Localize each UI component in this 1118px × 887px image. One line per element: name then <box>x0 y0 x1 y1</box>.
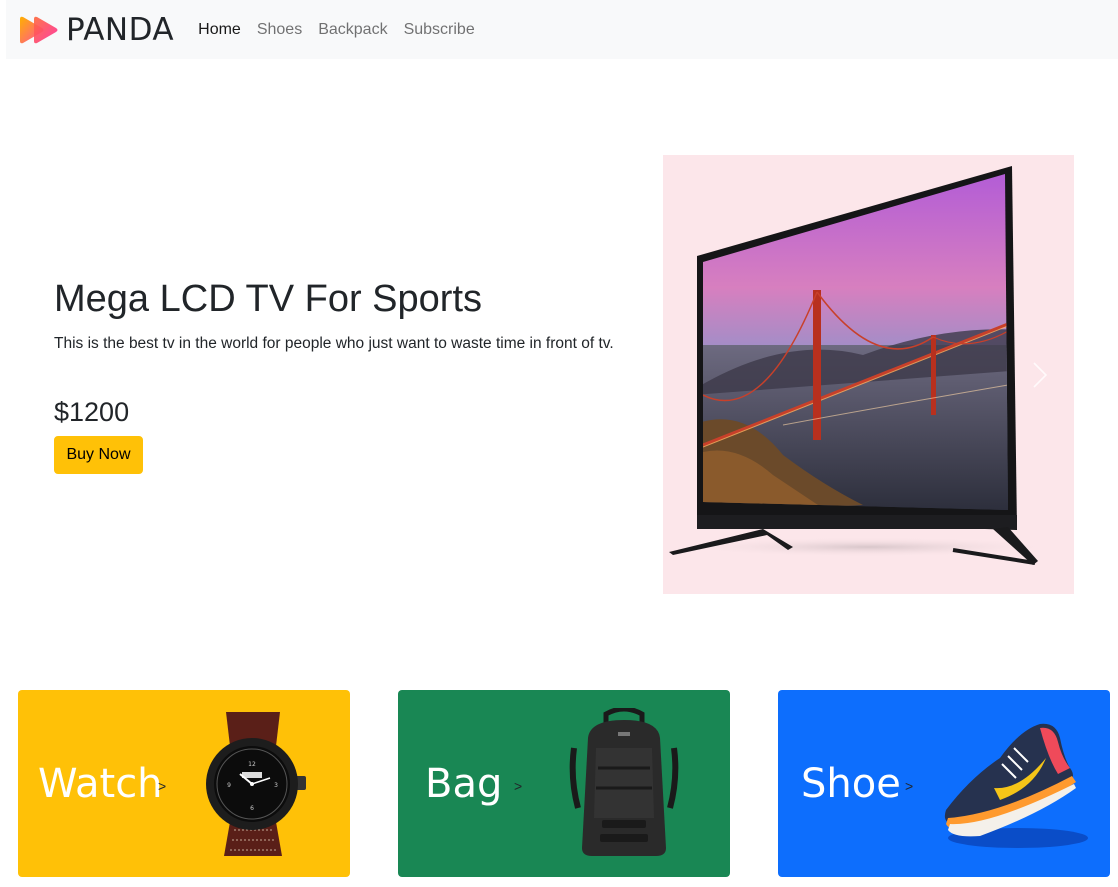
svg-text:12: 12 <box>248 761 256 768</box>
category-label: Shoe <box>801 761 901 807</box>
hero-title: Mega LCD TV For Sports <box>54 278 483 320</box>
hero-description: This is the best tv in the world for peo… <box>54 335 614 352</box>
svg-text:9: 9 <box>227 782 231 789</box>
panda-logo-icon <box>20 16 58 43</box>
category-card-bag[interactable]: Bag > <box>398 690 730 877</box>
category-arrow: > <box>514 778 523 794</box>
svg-text:3: 3 <box>274 782 278 789</box>
category-label: Watch <box>38 761 163 807</box>
category-card-watch[interactable]: Watch > 12 6 9 3 <box>18 690 350 877</box>
buy-now-button[interactable]: Buy Now <box>54 436 143 474</box>
nav-link-subscribe[interactable]: Subscribe <box>404 21 475 39</box>
category-arrow: > <box>158 778 167 794</box>
chevron-right-icon[interactable] <box>1020 355 1060 395</box>
category-arrow: > <box>905 778 914 794</box>
lcd-tv-image <box>663 155 1074 594</box>
nav-links: Home Shoes Backpack Subscribe <box>198 21 491 39</box>
brand-name: PANDA <box>66 11 175 48</box>
hero-price: $1200 <box>54 397 130 427</box>
category-card-shoe[interactable]: Shoe > <box>778 690 1110 877</box>
nav-link-home[interactable]: Home <box>198 21 241 39</box>
navbar: PANDA Home Shoes Backpack Subscribe <box>6 0 1118 59</box>
nav-link-backpack[interactable]: Backpack <box>318 21 387 39</box>
nav-link-shoes[interactable]: Shoes <box>257 21 302 39</box>
backpack-image <box>569 708 679 856</box>
watch-image: 12 6 9 3 <box>206 712 306 856</box>
shoe-image <box>944 723 1088 848</box>
brand[interactable]: PANDA <box>18 12 174 48</box>
category-label: Bag <box>425 761 503 807</box>
svg-text:6: 6 <box>250 805 254 812</box>
